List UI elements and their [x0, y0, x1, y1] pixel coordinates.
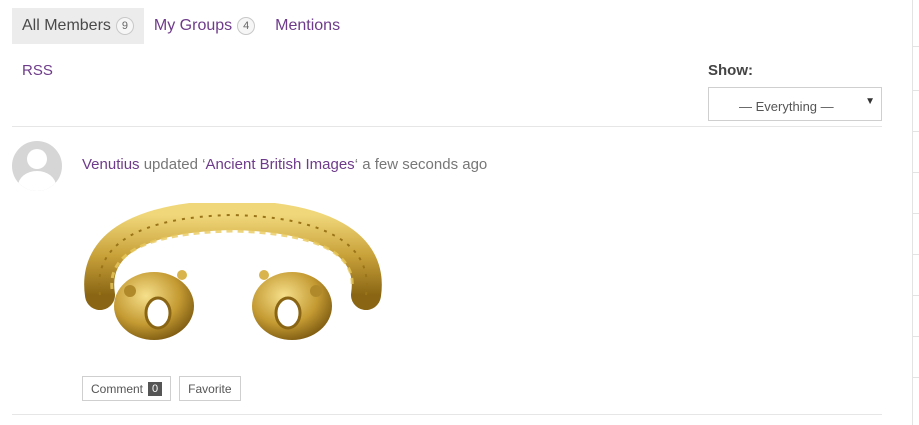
- avatar-body-shape: [18, 171, 56, 191]
- sidebar-edge-tick: [912, 295, 919, 296]
- tab-all-members[interactable]: All Members 9: [12, 8, 144, 44]
- gold-torc-image-icon: [82, 199, 382, 353]
- all-members-count-badge: 9: [115, 17, 134, 35]
- comment-button-label: Comment: [91, 381, 144, 396]
- activity-image[interactable]: [82, 199, 382, 353]
- sidebar-edge-tick: [912, 46, 919, 47]
- comment-count-badge: 0: [148, 381, 163, 396]
- activity-target-link[interactable]: Ancient British Images: [205, 156, 354, 173]
- activity-time: ‘ a few seconds ago: [354, 156, 488, 173]
- sidebar-edge-tick: [912, 172, 919, 173]
- divider: [12, 126, 882, 127]
- sidebar-edge-tick: [912, 336, 919, 337]
- tab-mentions[interactable]: Mentions: [265, 8, 350, 44]
- tab-all-members-label: All Members: [22, 17, 111, 34]
- tab-mentions-label: Mentions: [275, 17, 341, 34]
- activity-tabs: All Members 9 My Groups 4 Mentions: [12, 8, 350, 44]
- sidebar-edge-tick: [912, 254, 919, 255]
- dropdown-caret-icon: ▼: [865, 96, 875, 107]
- show-filter-label: Show:: [708, 62, 753, 79]
- sidebar-edge-tick: [912, 377, 919, 378]
- divider: [12, 414, 882, 415]
- show-filter-select[interactable]: — Everything — ▼: [708, 87, 882, 121]
- tab-my-groups-label: My Groups: [153, 17, 233, 34]
- rss-link[interactable]: RSS: [22, 62, 53, 79]
- activity-actions: Comment 0 Favorite: [82, 376, 241, 401]
- activity-verb: updated ‘: [143, 156, 206, 173]
- avatar-head-shape: [27, 149, 47, 169]
- show-filter-value: — Everything —: [739, 99, 834, 114]
- comment-button[interactable]: Comment 0: [82, 376, 172, 401]
- my-groups-count-badge: 4: [237, 17, 256, 35]
- tab-my-groups[interactable]: My Groups 4: [144, 8, 265, 44]
- sidebar-edge-tick: [912, 90, 919, 91]
- sidebar-edge-tick: [912, 131, 919, 132]
- favorite-button[interactable]: Favorite: [179, 376, 241, 401]
- activity-user-link[interactable]: Venutius: [82, 156, 140, 173]
- favorite-button-label: Favorite: [188, 381, 232, 396]
- activity-header: Venutius updated ‘Ancient British Images…: [82, 156, 487, 173]
- sidebar-edge-tick: [912, 213, 919, 214]
- avatar[interactable]: [12, 141, 62, 191]
